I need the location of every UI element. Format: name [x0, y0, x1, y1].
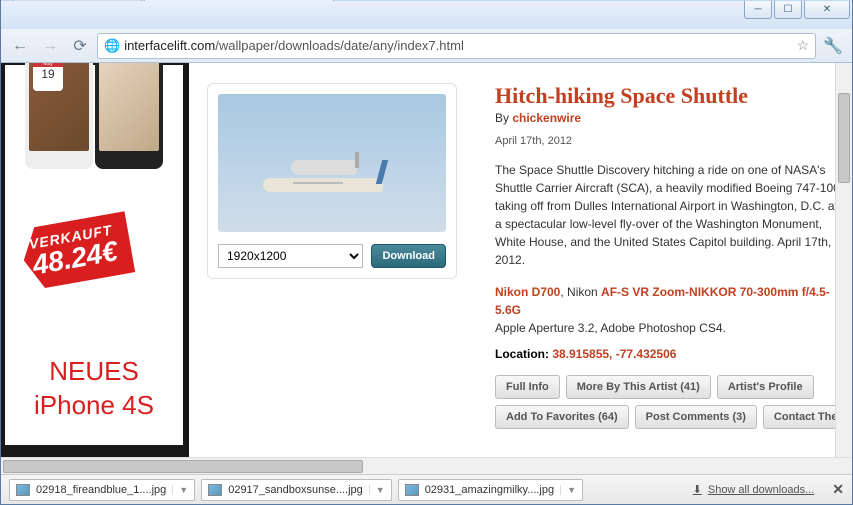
- download-filename: 02931_amazingmilky....jpg: [425, 484, 554, 496]
- phone-image: [95, 63, 163, 169]
- bookmark-star-icon[interactable]: ☆: [796, 37, 809, 54]
- tab-label: InterfaceLIFT: Wallpaper so: [175, 0, 305, 2]
- download-filename: 02918_fireandblue_1....jpg: [36, 484, 166, 496]
- wrench-menu-button[interactable]: 🔧: [820, 33, 846, 59]
- wallpaper-description: The Space Shuttle Discovery hitching a r…: [495, 161, 852, 269]
- price-tag: VERKAUFT 48.24€: [18, 211, 135, 291]
- camera-link[interactable]: Nikon D700: [495, 285, 560, 299]
- add-favorites-button[interactable]: Add To Favorites (64): [495, 405, 629, 429]
- download-filename: 02917_sandboxsunse....jpg: [228, 484, 363, 496]
- url-text: interfacelift.com/wallpaper/downloads/da…: [124, 38, 792, 53]
- close-downloads-bar-button[interactable]: ✕: [832, 481, 844, 498]
- post-comments-button[interactable]: Post Comments (3): [635, 405, 757, 429]
- wallpaper-card: 1920x1200 Download: [207, 83, 457, 279]
- image-file-icon: [405, 484, 419, 496]
- tab-interfacelift[interactable]: IFL InterfaceLIFT: Wallpaper so ×: [144, 0, 334, 1]
- wallpaper-title[interactable]: Hitch-hiking Space Shuttle: [495, 83, 852, 109]
- wallpaper-byline: By chickenwire: [495, 111, 852, 125]
- artist-link[interactable]: chickenwire: [512, 111, 581, 125]
- vertical-scrollbar[interactable]: [835, 63, 852, 457]
- download-item[interactable]: 02931_amazingmilky....jpg ▼: [398, 479, 583, 501]
- download-arrow-icon: ⬇: [693, 483, 702, 496]
- address-bar[interactable]: 🌐 interfacelift.com/wallpaper/downloads/…: [97, 33, 816, 59]
- minimize-button[interactable]: ─: [744, 1, 772, 19]
- window-titlebar: ─ ☐ ✕: [1, 1, 852, 29]
- resolution-select[interactable]: 1920x1200: [218, 244, 363, 268]
- close-button[interactable]: ✕: [804, 1, 850, 19]
- image-file-icon: [208, 484, 222, 496]
- chevron-down-icon[interactable]: ▼: [369, 485, 385, 495]
- ad-sidebar: May19 VERKAUFT 48.24€ NEUES iPhone 4S: [1, 63, 189, 457]
- chevron-down-icon[interactable]: ▼: [172, 485, 188, 495]
- wallpaper-thumbnail[interactable]: [218, 94, 446, 232]
- coordinates-link[interactable]: 38.915855, -77.432506: [552, 347, 676, 361]
- image-file-icon: [16, 484, 30, 496]
- main-content: 1920x1200 Download Hitch-hiking Space Sh…: [189, 63, 852, 457]
- browser-toolbar: ← → ⟳ 🌐 interfacelift.com/wallpaper/down…: [1, 29, 852, 63]
- download-item[interactable]: 02918_fireandblue_1....jpg ▼: [9, 479, 195, 501]
- ad-headline: NEUES iPhone 4S: [5, 355, 183, 423]
- action-buttons-row-2: Add To Favorites (64) Post Comments (3) …: [495, 405, 852, 429]
- chevron-down-icon[interactable]: ▼: [560, 485, 576, 495]
- browser-window: ☢ chrome://flags × IFL InterfaceLIFT: Wa…: [0, 0, 853, 505]
- page-content: May19 VERKAUFT 48.24€ NEUES iPhone 4S: [1, 63, 852, 457]
- downloads-bar: 02918_fireandblue_1....jpg ▼ 02917_sandb…: [1, 474, 852, 504]
- action-buttons-row: Full Info More By This Artist (41) Artis…: [495, 375, 852, 399]
- forward-button[interactable]: →: [37, 33, 63, 59]
- download-button[interactable]: Download: [371, 244, 446, 268]
- tab-flags[interactable]: ☢ chrome://flags ×: [13, 0, 142, 1]
- maximize-button[interactable]: ☐: [774, 1, 802, 19]
- wallpaper-info: Hitch-hiking Space Shuttle By chickenwir…: [495, 83, 852, 429]
- globe-icon: 🌐: [104, 38, 120, 54]
- more-by-artist-button[interactable]: More By This Artist (41): [566, 375, 711, 399]
- back-button[interactable]: ←: [7, 33, 33, 59]
- artist-profile-button[interactable]: Artist's Profile: [717, 375, 814, 399]
- horizontal-scrollbar[interactable]: [1, 457, 852, 474]
- wallpaper-location: Location: 38.915855, -77.432506: [495, 347, 852, 361]
- show-all-downloads-link[interactable]: ⬇ Show all downloads...: [693, 483, 815, 496]
- reload-button[interactable]: ⟳: [67, 33, 93, 59]
- wallpaper-date: April 17th, 2012: [495, 135, 852, 147]
- download-item[interactable]: 02917_sandboxsunse....jpg ▼: [201, 479, 391, 501]
- ad-banner[interactable]: May19 VERKAUFT 48.24€ NEUES iPhone 4S: [5, 65, 183, 445]
- wallpaper-meta: Nikon D700, Nikon AF-S VR Zoom-NIKKOR 70…: [495, 283, 852, 337]
- phone-image: May19: [25, 63, 93, 169]
- full-info-button[interactable]: Full Info: [495, 375, 560, 399]
